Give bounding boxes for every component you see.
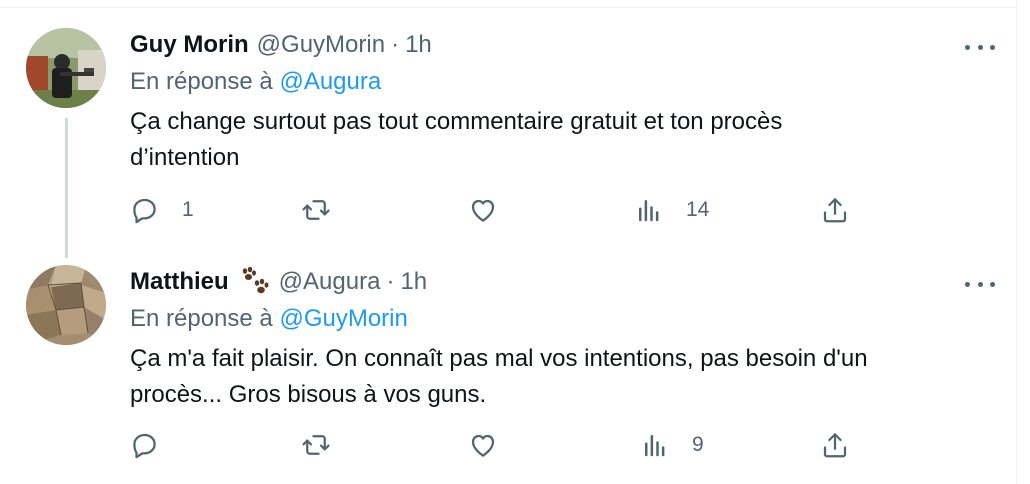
like-button[interactable] <box>468 430 520 460</box>
reply-mention-link[interactable]: @Augura <box>279 68 381 95</box>
timestamp[interactable]: 1h <box>400 268 427 296</box>
avatar[interactable] <box>26 265 106 345</box>
retweet-icon <box>302 200 330 220</box>
timestamp[interactable]: 1h <box>405 31 432 59</box>
reply-context: En réponse à @GuyMorin <box>130 305 408 333</box>
tweet-text-line: d’intention <box>130 144 240 171</box>
views-button[interactable]: 9 <box>640 430 704 460</box>
tweet-text-line: procès... Gros bisous à vos guns. <box>130 381 487 408</box>
reply-icon <box>133 198 156 224</box>
more-icon[interactable] <box>965 274 995 294</box>
separator-dot: · <box>391 31 400 58</box>
tweet-text: Ça change surtout pas tout commentaire g… <box>130 104 950 176</box>
reply-icon <box>133 433 156 459</box>
reply-prefix: En réponse à <box>130 305 273 332</box>
avatar[interactable] <box>26 28 106 108</box>
tweet-text-line: Ça change surtout pas tout commentaire g… <box>130 108 783 135</box>
like-icon <box>471 434 495 457</box>
tweet-guy-morin[interactable]: Guy Morin @GuyMorin · 1h En réponse à @A… <box>0 0 1017 245</box>
author-name[interactable]: Matthieu <box>130 268 229 296</box>
reply-button[interactable] <box>130 430 182 460</box>
retweet-icon <box>302 435 330 455</box>
paw-prints-icon <box>242 267 269 294</box>
reply-context: En réponse à @Augura <box>130 68 381 96</box>
reply-prefix: En réponse à <box>130 68 273 95</box>
views-count: 9 <box>692 433 704 456</box>
reply-mention-link[interactable]: @GuyMorin <box>279 305 407 332</box>
share-button[interactable] <box>820 195 850 225</box>
retweet-button[interactable] <box>300 430 354 460</box>
views-count: 14 <box>686 198 710 221</box>
author-handle[interactable]: @Augura <box>279 268 381 296</box>
like-button[interactable] <box>468 195 520 225</box>
share-button[interactable] <box>820 430 850 460</box>
tweet-text: Ça m'a fait plaisir. On connaît pas mal … <box>130 341 950 413</box>
views-icon <box>645 435 665 457</box>
views-icon <box>639 200 659 222</box>
more-icon[interactable] <box>965 37 995 57</box>
share-icon <box>823 198 847 223</box>
author-name[interactable]: Guy Morin <box>130 31 249 59</box>
views-button[interactable]: 14 <box>634 195 709 225</box>
reply-count: 1 <box>182 198 194 221</box>
tweet-header: Matthieu @Augura · 1h <box>130 267 427 297</box>
share-icon <box>823 433 847 458</box>
author-handle[interactable]: @GuyMorin <box>257 31 385 59</box>
separator-dot: · <box>386 268 395 295</box>
tweet-header: Guy Morin @GuyMorin · 1h <box>130 30 432 60</box>
tweet-actions: 9 <box>130 430 860 460</box>
retweet-button[interactable] <box>300 195 354 225</box>
tweet-text-line: Ça m'a fait plaisir. On connaît pas mal … <box>130 345 868 372</box>
tweet-actions: 1 14 <box>130 195 860 225</box>
like-icon <box>471 199 495 222</box>
tweet-matthieu[interactable]: Matthieu @Augura · 1h En réponse à @GuyM… <box>0 245 1017 484</box>
reply-button[interactable]: 1 <box>130 195 194 225</box>
